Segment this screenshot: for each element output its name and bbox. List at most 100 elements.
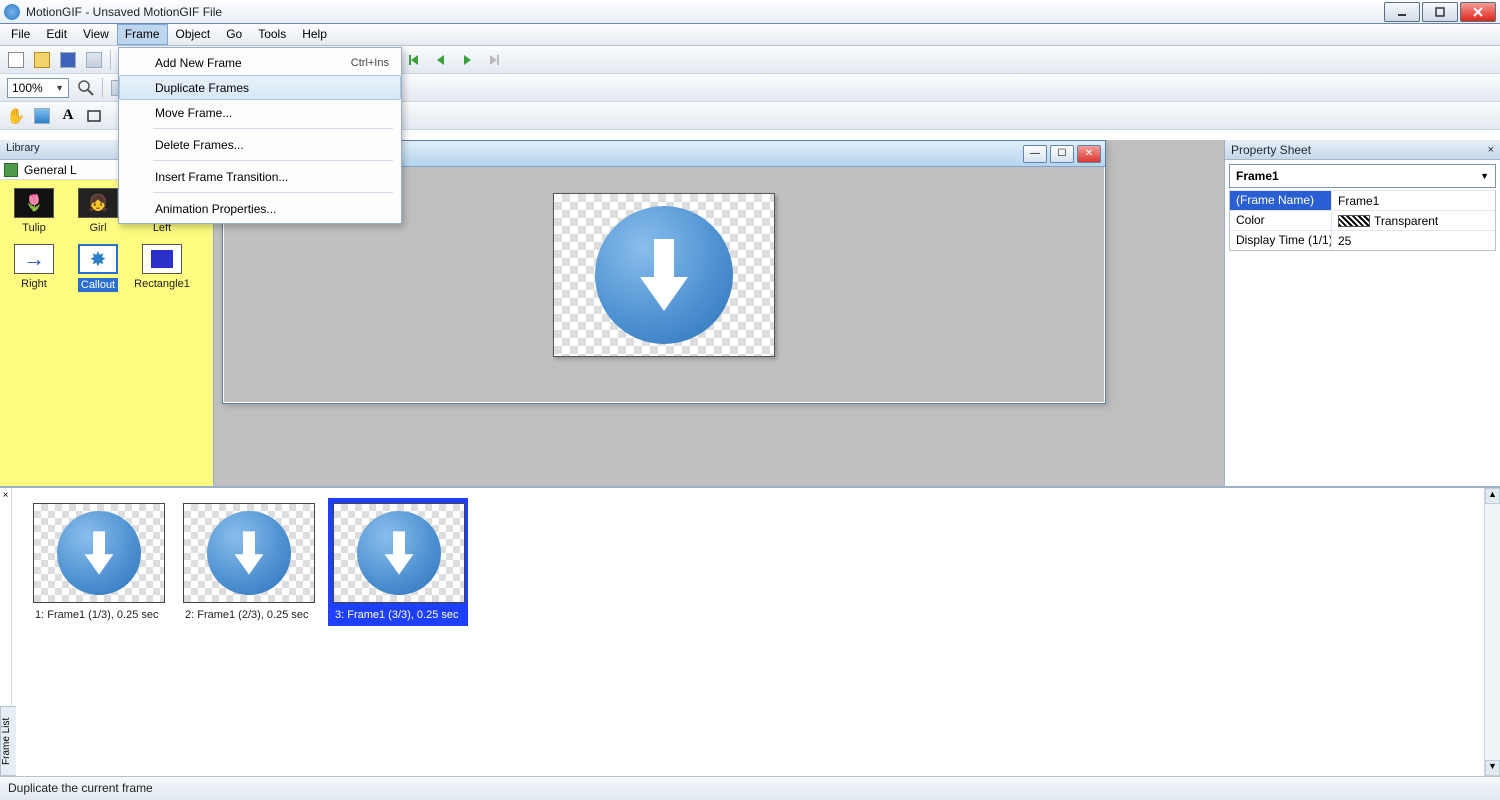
- frame-thumb-image: [333, 503, 465, 603]
- property-key: (Frame Name): [1230, 191, 1332, 210]
- frame-menu-dropdown: Add New FrameCtrl+InsDuplicate FramesMov…: [118, 47, 402, 224]
- library-item-label: Tulip: [22, 222, 45, 234]
- menu-item-delete-frames[interactable]: Delete Frames...: [119, 132, 401, 157]
- menu-object[interactable]: Object: [168, 24, 219, 45]
- first-frame-icon[interactable]: [402, 48, 428, 72]
- rect-tool-icon[interactable]: [81, 104, 107, 128]
- menu-frame[interactable]: Frame: [117, 24, 168, 45]
- library-item-tulip[interactable]: 🌷 Tulip: [8, 188, 60, 234]
- zoom-value: 100%: [12, 81, 43, 95]
- library-body: 🌷Tulip👧Girl←Left→Right✸CalloutRectangle1: [0, 180, 213, 486]
- library-category-icon[interactable]: [4, 163, 18, 177]
- menu-item-animation-properties[interactable]: Animation Properties...: [119, 196, 401, 221]
- hand-tool-icon[interactable]: ✋: [3, 104, 29, 128]
- property-subject-label: Frame1: [1236, 169, 1279, 183]
- menu-item-move-frame[interactable]: Move Frame...: [119, 100, 401, 125]
- property-value[interactable]: Frame1: [1332, 191, 1495, 210]
- minimize-button[interactable]: [1384, 2, 1420, 22]
- next-frame-icon[interactable]: [454, 48, 480, 72]
- menu-edit[interactable]: Edit: [38, 24, 75, 45]
- scroll-up-icon[interactable]: ▲: [1485, 488, 1500, 504]
- frame-list-panel: × 1: Frame1 (1/3), 0.25 sec2: Frame1 (2/…: [0, 486, 1500, 776]
- menu-item-label: Add New Frame: [155, 56, 351, 70]
- prev-frame-icon[interactable]: [428, 48, 454, 72]
- frame-caption: 3: Frame1 (3/3), 0.25 sec: [333, 609, 463, 621]
- library-thumb: ✸: [78, 244, 118, 274]
- frame-thumbnail[interactable]: 3: Frame1 (3/3), 0.25 sec: [328, 498, 468, 626]
- menu-item-duplicate-frames[interactable]: Duplicate Frames: [119, 75, 401, 100]
- save-as-icon[interactable]: [81, 48, 107, 72]
- property-key: Color: [1230, 211, 1332, 230]
- library-item-label: Callout: [78, 278, 118, 292]
- frame-list-body: 1: Frame1 (1/3), 0.25 sec 2: Frame1 (2/3)…: [12, 488, 1484, 776]
- status-text: Duplicate the current frame: [8, 781, 153, 795]
- menu-help[interactable]: Help: [294, 24, 335, 45]
- property-sheet-title: Property Sheet: [1231, 143, 1311, 157]
- open-file-icon[interactable]: [29, 48, 55, 72]
- zoom-tool-icon[interactable]: [73, 76, 99, 100]
- frame-list-tab[interactable]: Frame List: [0, 706, 16, 776]
- property-grid: (Frame Name)Frame1ColorTransparentDispla…: [1229, 190, 1496, 251]
- menubar: FileEditViewFrameObjectGoToolsHelp: [0, 24, 1500, 46]
- property-key: Display Time (1/1): [1230, 231, 1332, 250]
- property-value[interactable]: Transparent: [1332, 211, 1495, 230]
- doc-close-button[interactable]: ✕: [1077, 145, 1101, 163]
- menu-tools[interactable]: Tools: [250, 24, 294, 45]
- menu-separator: [153, 160, 393, 161]
- chevron-down-icon: ▼: [1480, 171, 1489, 181]
- menu-item-insert-frame-transition[interactable]: Insert Frame Transition...: [119, 164, 401, 189]
- property-subject-select[interactable]: Frame1 ▼: [1229, 164, 1496, 188]
- library-item-callout[interactable]: ✸ Callout: [72, 244, 124, 292]
- frame-thumb-image: [183, 503, 315, 603]
- chevron-down-icon: ▼: [55, 83, 64, 93]
- library-item-girl[interactable]: 👧 Girl: [72, 188, 124, 234]
- close-button[interactable]: [1460, 2, 1496, 22]
- library-item-rectangle1[interactable]: Rectangle1: [136, 244, 188, 292]
- property-sheet-panel: Property Sheet × Frame1 ▼ (Frame Name)Fr…: [1224, 140, 1500, 486]
- frame-caption: 2: Frame1 (2/3), 0.25 sec: [183, 609, 313, 621]
- down-arrow-graphic: [595, 206, 733, 344]
- menu-item-label: Insert Frame Transition...: [155, 170, 389, 184]
- zoom-select[interactable]: 100% ▼: [7, 78, 69, 98]
- doc-minimize-button[interactable]: —: [1023, 145, 1047, 163]
- property-row[interactable]: ColorTransparent: [1230, 210, 1495, 230]
- maximize-button[interactable]: [1422, 2, 1458, 22]
- library-item-label: Rectangle1: [134, 278, 190, 290]
- save-icon[interactable]: [55, 48, 81, 72]
- frame-thumb-image: [33, 503, 165, 603]
- new-file-icon[interactable]: [3, 48, 29, 72]
- library-item-label: Girl: [89, 222, 106, 234]
- library-thumb: 🌷: [14, 188, 54, 218]
- scroll-down-icon[interactable]: ▼: [1485, 760, 1500, 776]
- menu-separator: [153, 192, 393, 193]
- property-row[interactable]: (Frame Name)Frame1: [1230, 190, 1495, 210]
- library-thumb: 👧: [78, 188, 118, 218]
- property-value[interactable]: 25: [1332, 231, 1495, 250]
- menu-item-add-new-frame[interactable]: Add New FrameCtrl+Ins: [119, 50, 401, 75]
- frame-list-scrollbar[interactable]: ▲ ▼: [1484, 488, 1500, 776]
- frame-thumbnail[interactable]: 1: Frame1 (1/3), 0.25 sec: [28, 498, 168, 626]
- menu-item-label: Delete Frames...: [155, 138, 389, 152]
- library-thumb: [142, 244, 182, 274]
- frame-thumbnail[interactable]: 2: Frame1 (2/3), 0.25 sec: [178, 498, 318, 626]
- menu-item-label: Animation Properties...: [155, 202, 389, 216]
- property-sheet-close-icon[interactable]: ×: [1488, 144, 1494, 156]
- menu-separator: [153, 128, 393, 129]
- menu-file[interactable]: File: [3, 24, 38, 45]
- transparent-swatch-icon: [1338, 215, 1370, 227]
- library-item-right[interactable]: →Right: [8, 244, 60, 292]
- menu-go[interactable]: Go: [218, 24, 250, 45]
- picture-tool-icon[interactable]: [29, 104, 55, 128]
- menu-item-shortcut: Ctrl+Ins: [351, 57, 389, 69]
- window-title: MotionGIF - Unsaved MotionGIF File: [26, 5, 222, 19]
- frame-caption: 1: Frame1 (1/3), 0.25 sec: [33, 609, 163, 621]
- menu-view[interactable]: View: [75, 24, 117, 45]
- menu-item-label: Move Frame...: [155, 106, 389, 120]
- doc-maximize-button[interactable]: ☐: [1050, 145, 1074, 163]
- property-row[interactable]: Display Time (1/1)25: [1230, 230, 1495, 250]
- library-category-label[interactable]: General L: [24, 163, 77, 177]
- last-frame-icon[interactable]: [480, 48, 506, 72]
- app-icon: [4, 4, 20, 20]
- canvas[interactable]: [553, 193, 775, 357]
- text-tool-icon[interactable]: A: [55, 104, 81, 128]
